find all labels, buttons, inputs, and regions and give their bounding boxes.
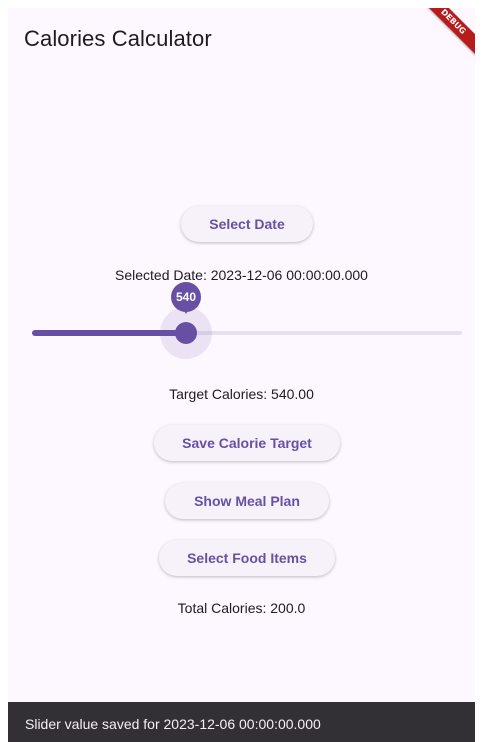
save-calorie-target-button[interactable]: Save Calorie Target — [154, 425, 340, 461]
snackbar-message: Slider value saved for 2023-12-06 00:00:… — [25, 716, 321, 732]
show-meal-plan-button[interactable]: Show Meal Plan — [165, 483, 329, 519]
debug-banner: DEBUG — [414, 8, 475, 61]
slider-value-label: 540 — [171, 282, 201, 312]
snackbar: Slider value saved for 2023-12-06 00:00:… — [8, 702, 475, 742]
calorie-slider[interactable]: 540 — [32, 282, 462, 359]
page-title: Calories Calculator — [24, 26, 212, 51]
app-screen: Calories Calculator DEBUG Select Date Se… — [8, 8, 475, 742]
selected-date-text: Selected Date: 2023-12-06 00:00:00.000 — [115, 267, 368, 283]
select-food-items-button[interactable]: Select Food Items — [159, 540, 335, 576]
target-calories-text: Target Calories: 540.00 — [169, 386, 314, 402]
slider-value-indicator: 540 — [171, 282, 201, 318]
select-date-button[interactable]: Select Date — [181, 206, 313, 242]
slider-thumb[interactable] — [175, 322, 197, 344]
total-calories-text: Total Calories: 200.0 — [177, 600, 306, 616]
